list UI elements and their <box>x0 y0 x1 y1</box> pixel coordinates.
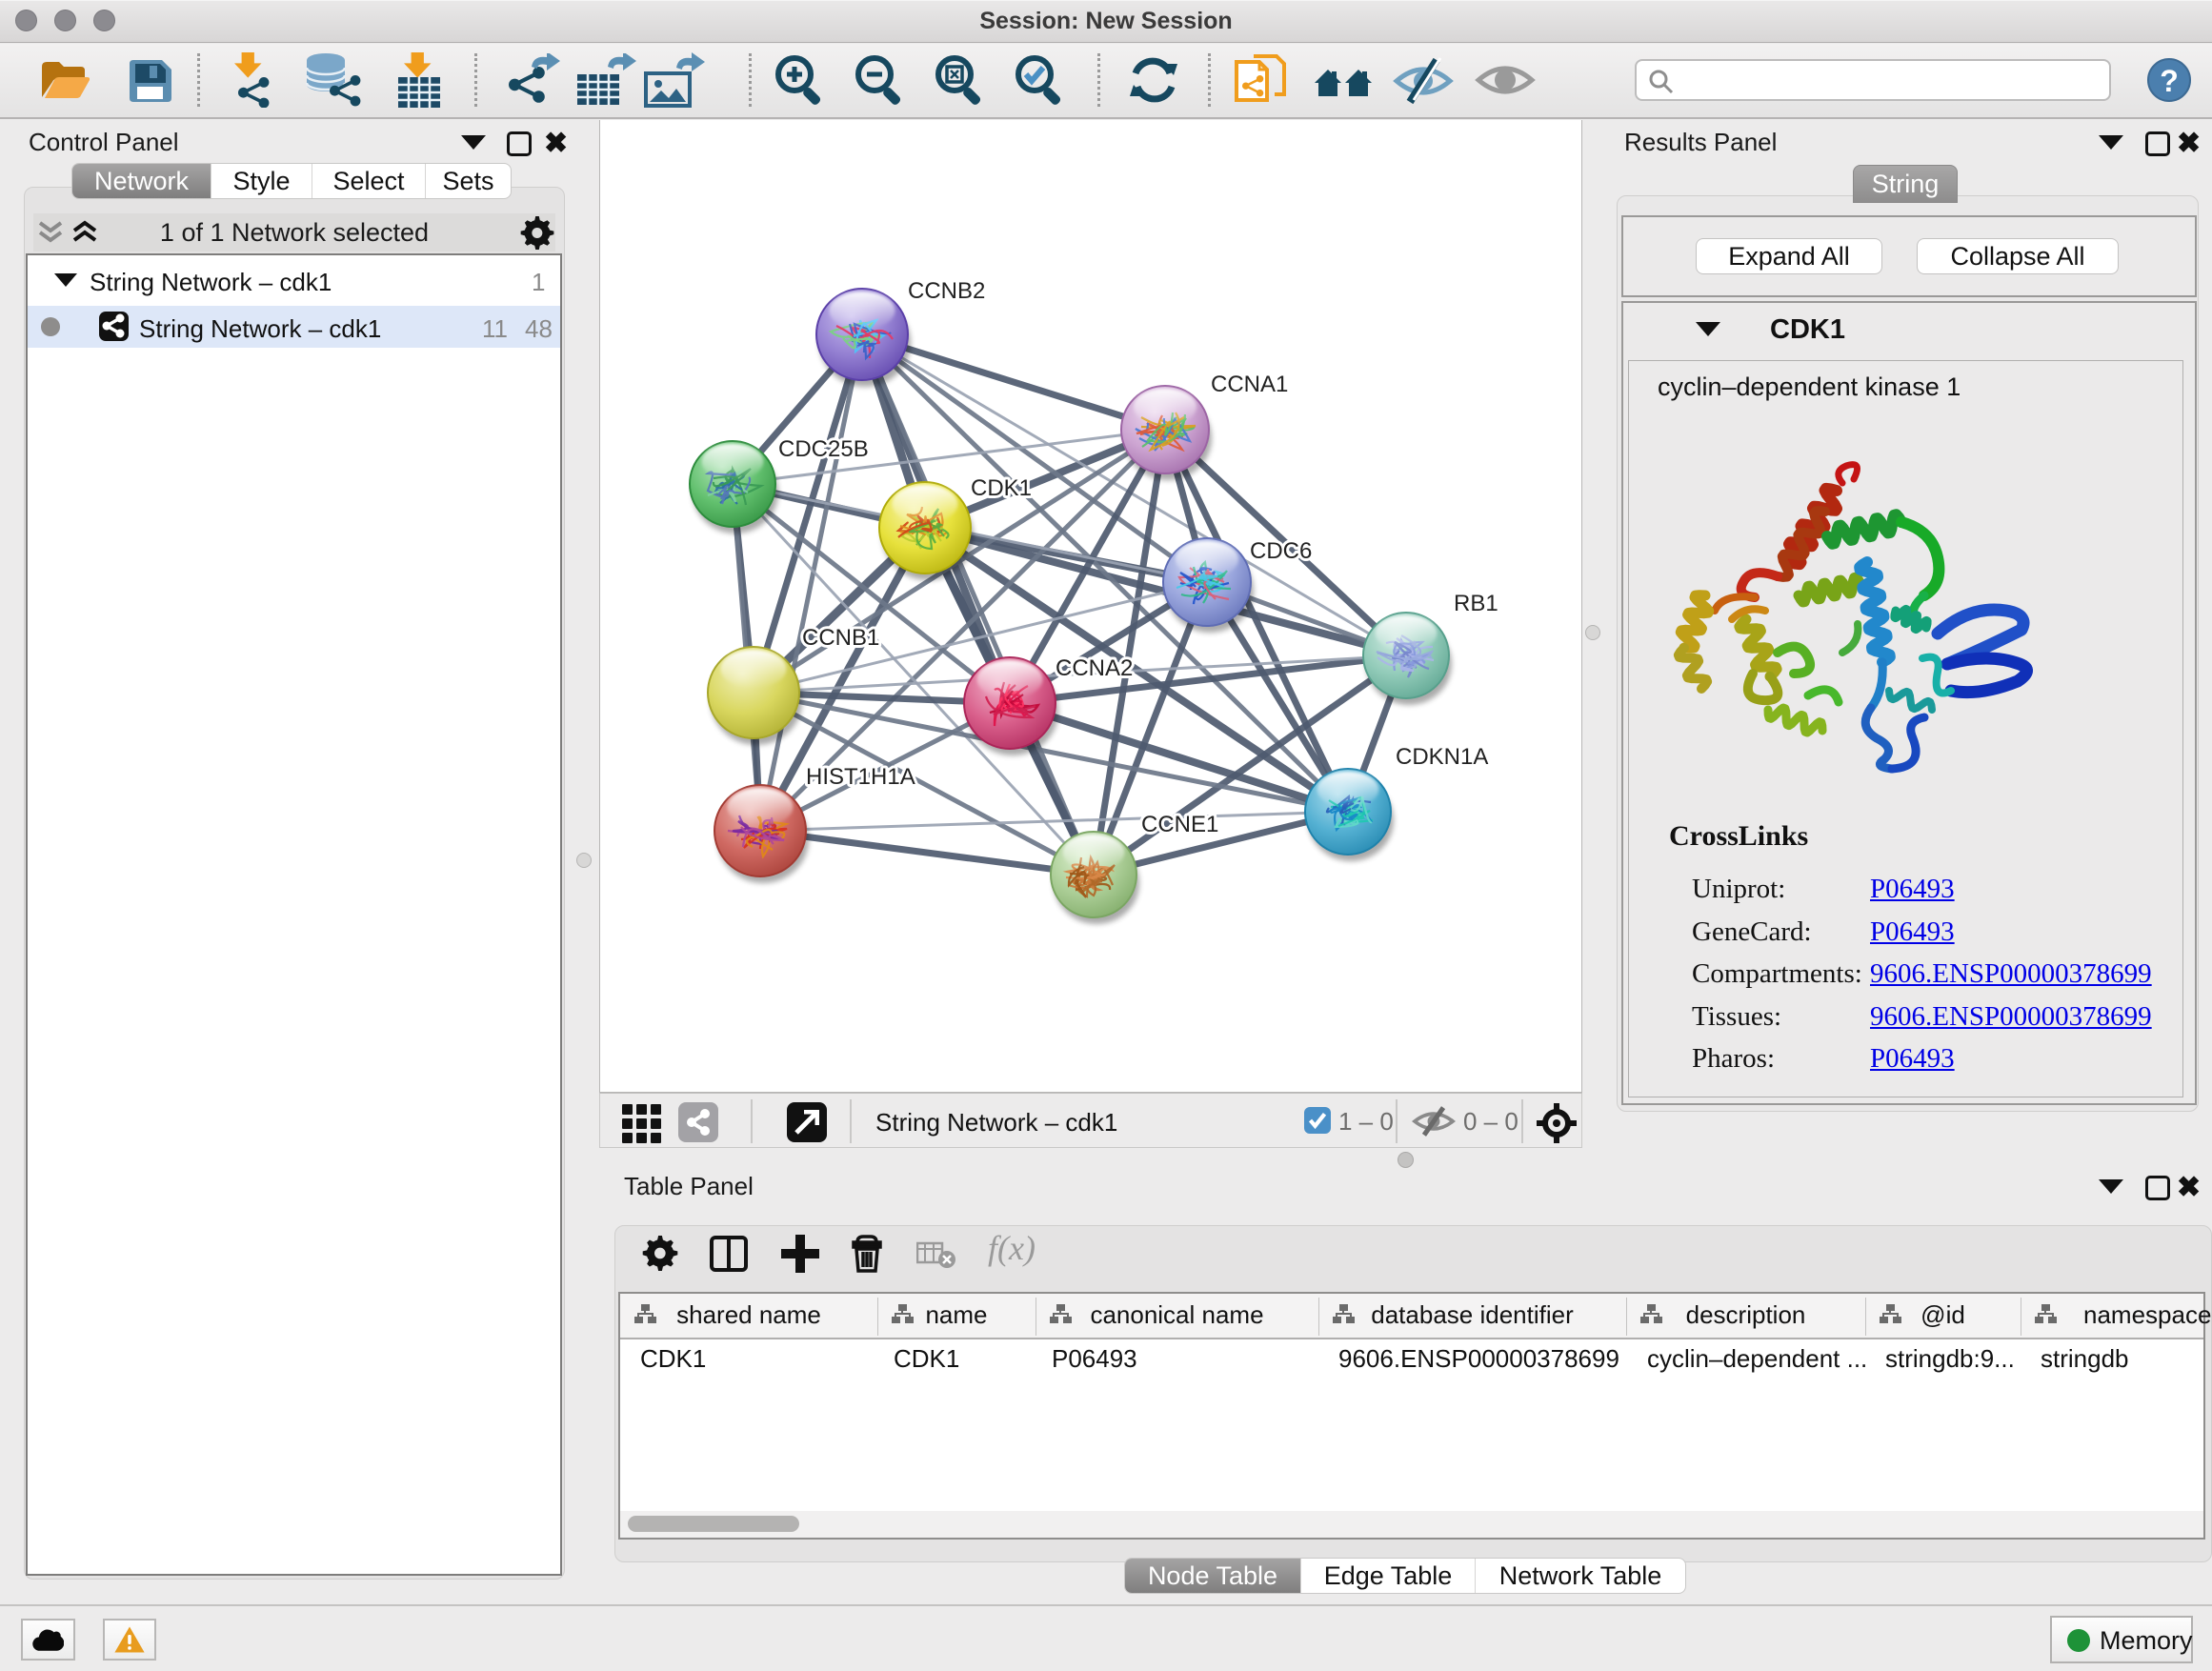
svg-text:CDC6: CDC6 <box>1250 538 1312 564</box>
svg-text:f(x): f(x) <box>988 1231 1036 1267</box>
svg-text:CCNE1: CCNE1 <box>1141 812 1218 837</box>
svg-text:CCNA1: CCNA1 <box>1211 372 1288 397</box>
svg-text:CDK1: CDK1 <box>971 475 1032 501</box>
svg-text:CCNB2: CCNB2 <box>908 278 985 304</box>
svg-text:RB1: RB1 <box>1454 591 1498 616</box>
svg-text:CCNA2: CCNA2 <box>1056 655 1133 681</box>
svg-text:HIST1H1A: HIST1H1A <box>806 764 915 790</box>
svg-text:CCNB1: CCNB1 <box>802 625 879 651</box>
svg-text:CDC25B: CDC25B <box>778 436 869 462</box>
svg-text:CDKN1A: CDKN1A <box>1396 744 1488 770</box>
